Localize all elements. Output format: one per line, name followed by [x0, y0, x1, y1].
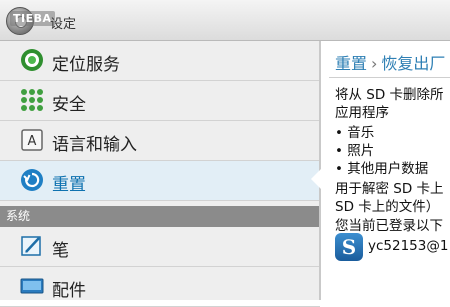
security-grid-icon [21, 89, 43, 111]
location-icon [21, 49, 43, 71]
breadcrumb-parent[interactable]: 重置 [335, 54, 367, 73]
bullet-item: • 其他用户数据 [335, 161, 429, 177]
sidebar-item-label: 定位服务 [52, 55, 120, 75]
bullet-text: 其他用户数据 [347, 161, 429, 177]
description-line-2: 应用程序 [335, 105, 389, 121]
description-line-5: 您当前已登录以下 [335, 218, 443, 234]
samsung-account-icon: S [335, 233, 363, 261]
sidebar-item-label: 安全 [52, 95, 86, 115]
sidebar-item-location[interactable]: 定位服务 [0, 41, 320, 81]
settings-list: 定位服务 安全 A 语言和输入 重置 系统 笔 配件 [0, 41, 320, 307]
svg-text:A: A [28, 134, 37, 149]
reset-icon [21, 169, 43, 191]
sidebar-item-label: 重置 [52, 175, 86, 195]
language-icon: A [21, 129, 43, 151]
bullet-item: • 照片 [335, 143, 375, 159]
sidebar-item-reset[interactable]: 重置 [0, 161, 320, 201]
sidebar-item-label: 语言和输入 [52, 135, 137, 155]
title-bar: TIEBA 设定 [0, 0, 450, 41]
sidebar-item-label: 配件 [52, 281, 86, 301]
detail-panel: 重置 › 恢复出厂 将从 SD 卡删除所 应用程序 • 音乐 • 照片 • 其他用户… [321, 41, 450, 300]
sidebar-item-label: 笔 [52, 241, 69, 261]
sidebar-item-pen[interactable]: 笔 [0, 227, 320, 267]
pen-icon [21, 236, 41, 256]
accessory-icon [20, 278, 44, 294]
sidebar-item-language[interactable]: A 语言和输入 [0, 121, 320, 161]
sidebar-item-accessory[interactable]: 配件 [0, 267, 320, 307]
description-line-3: 用于解密 SD 卡上 [335, 181, 444, 197]
bullet-item: • 音乐 [335, 125, 375, 141]
breadcrumb: 重置 › 恢复出厂 [335, 50, 445, 74]
breadcrumb-separator: › [371, 54, 378, 73]
description-line-1: 将从 SD 卡删除所 [335, 87, 444, 103]
watermark-label: TIEBA [10, 11, 55, 26]
account-email: yc52153@1 [368, 238, 449, 254]
breadcrumb-current: 恢复出厂 [381, 54, 446, 73]
sidebar-item-security[interactable]: 安全 [0, 81, 320, 121]
section-header-system: 系统 [0, 206, 320, 227]
page-title: 设定 [50, 17, 77, 32]
breadcrumb-divider [329, 77, 450, 78]
description-line-4: SD 卡上的文件） [335, 199, 440, 215]
